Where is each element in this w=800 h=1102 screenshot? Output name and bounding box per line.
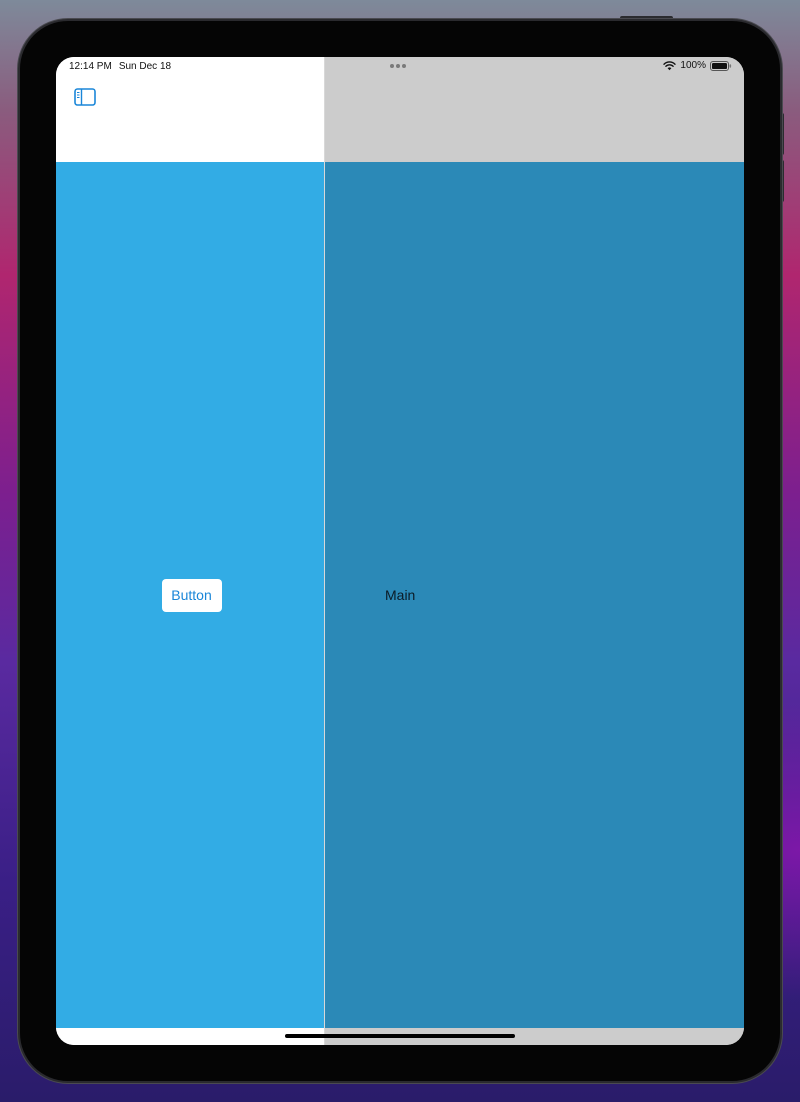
battery-icon bbox=[710, 60, 732, 71]
battery-percent: 100% bbox=[680, 60, 706, 71]
sidebar-toggle-icon[interactable] bbox=[74, 88, 96, 107]
wifi-icon bbox=[663, 60, 677, 70]
dot bbox=[390, 64, 394, 68]
sidebar-column: Button bbox=[56, 57, 324, 1045]
status-bar-left: 12:14 PM Sun Dec 18 bbox=[69, 61, 171, 72]
status-date: Sun Dec 18 bbox=[118, 61, 172, 72]
main-column: Main bbox=[324, 57, 744, 1045]
status-bar-right: 100% bbox=[663, 60, 732, 71]
main-content: Main bbox=[325, 162, 744, 1028]
status-time: 12:14 PM bbox=[69, 61, 112, 72]
multitasking-dots-icon[interactable] bbox=[390, 64, 406, 68]
dot bbox=[396, 64, 400, 68]
main-label: Main bbox=[385, 587, 416, 603]
dot bbox=[402, 64, 406, 68]
sidebar-content: Button bbox=[56, 162, 324, 1028]
device-top-button bbox=[620, 16, 673, 20]
home-indicator[interactable] bbox=[285, 1034, 515, 1038]
sidebar-button[interactable]: Button bbox=[161, 578, 222, 612]
ipad-screen: Button Main 12:14 PM Sun Dec 18 100% bbox=[56, 57, 744, 1045]
